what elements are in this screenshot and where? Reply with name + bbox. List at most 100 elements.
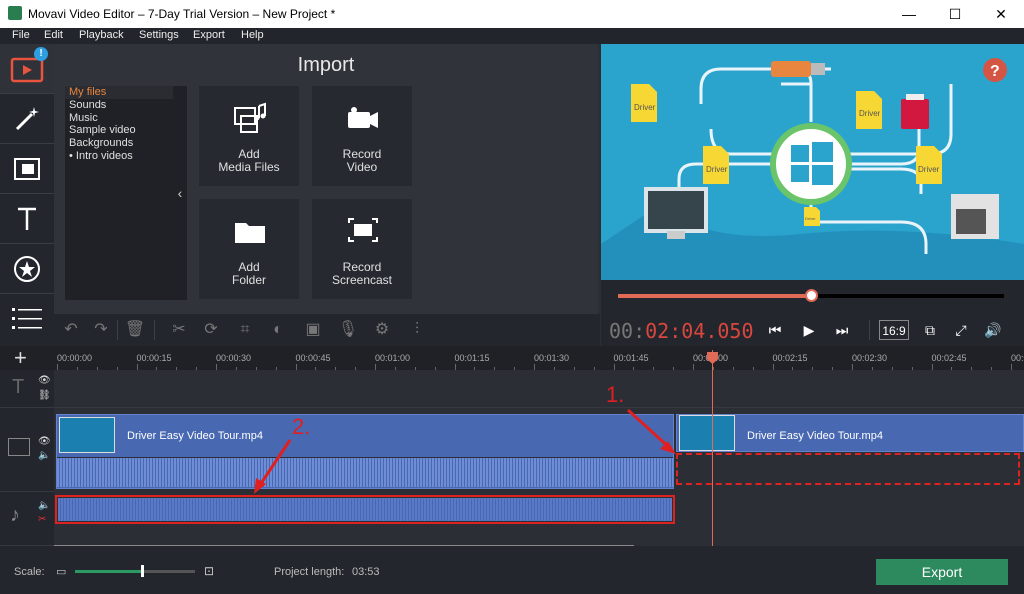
category-backgrounds[interactable]: Backgrounds [65, 137, 173, 150]
help-icon[interactable]: ? [990, 63, 1000, 80]
title-track[interactable] [54, 370, 1024, 408]
clip-thumbnail [59, 417, 115, 453]
rotate-icon[interactable]: ⟳ [200, 319, 222, 341]
playhead-line[interactable] [712, 350, 713, 546]
microphone-icon[interactable]: 🎙 [337, 319, 359, 341]
minimize-button[interactable]: — [886, 0, 932, 28]
titles-tool-button[interactable] [0, 194, 54, 244]
edit-toolbar: ↶ ↷ 🗑 ✂ ⟳ ⌗ ◐ ▣ 🎙 ⚙ ⫶ [54, 314, 600, 346]
category-sample-video[interactable]: Sample video [65, 124, 173, 137]
redo-icon[interactable]: ↷ [90, 319, 112, 341]
scale-slider-fill [75, 570, 141, 573]
volume-icon[interactable]: 🔊 [979, 318, 1007, 342]
settings-icon[interactable]: ⚙ [371, 319, 393, 341]
menu-playback[interactable]: Playback [79, 29, 124, 41]
record-video-button[interactable]: Record Video [312, 86, 412, 186]
stickers-tool-button[interactable] [0, 244, 54, 294]
category-sounds[interactable]: Sounds [65, 99, 173, 112]
usb-stick [901, 99, 929, 129]
audio-clip[interactable] [58, 498, 672, 521]
video-clip[interactable]: Driver Easy Video Tour.mp4 [56, 414, 674, 489]
link-icon[interactable]: ⛓ [38, 390, 51, 401]
screencast-icon [348, 218, 378, 242]
ruler-tick-label: 00:01:30 [534, 353, 570, 363]
ruler-tick-label: 00:00:45 [295, 353, 331, 363]
menu-edit[interactable]: Edit [44, 29, 63, 41]
seek-bar[interactable] [601, 280, 1024, 314]
delete-icon[interactable]: 🗑 [124, 319, 146, 341]
audio-clip-highlight [55, 495, 675, 524]
video-track-icon [8, 438, 30, 456]
add-media-icon [234, 102, 266, 133]
ruler-tick-label: 00:03:00 [1011, 353, 1024, 363]
clip-thumbnail [679, 415, 735, 451]
computer-monitor [644, 187, 708, 233]
maximize-button[interactable]: ☐ [932, 0, 978, 28]
import-panel: Import My files Sounds Music Sample vide… [54, 44, 598, 314]
color-adjust-icon[interactable]: ◐ [267, 319, 289, 341]
cut-icon[interactable]: ✂ [168, 319, 190, 341]
visibility-icon[interactable]: 👁 [38, 436, 51, 447]
add-media-line2: Media Files [218, 160, 280, 174]
title-bar: Movavi Video Editor – 7-Day Trial Versio… [0, 0, 1024, 28]
menu-settings[interactable]: Settings [139, 29, 179, 41]
timecode: 00:02:04.050 [609, 319, 754, 343]
play-icon[interactable]: ▶ [795, 318, 823, 342]
video-clip[interactable]: Driver Easy Video Tour.mp4 [676, 414, 1024, 452]
driver-label: Driver [805, 216, 816, 221]
toolbar-divider [869, 320, 870, 340]
menu-bar: File Edit Playback Settings Export Help [0, 28, 1024, 44]
aspect-ratio-button[interactable]: 16:9 [879, 320, 909, 340]
ruler-tick-label: 00:01:45 [613, 353, 649, 363]
video-preview[interactable]: Driver Driver Driver Driver Driver ? [601, 44, 1024, 280]
add-folder-button[interactable]: Add Folder [199, 199, 299, 299]
undo-icon[interactable]: ↶ [60, 319, 82, 341]
unlink-icon[interactable]: ✂ [38, 514, 46, 525]
ruler-tick-label: 00:00:15 [136, 353, 172, 363]
more-tools-button[interactable] [0, 294, 54, 344]
notification-badge: ! [34, 47, 48, 61]
mute-icon[interactable]: 🔈 [38, 450, 50, 461]
equalizer-icon[interactable]: ⫶ [406, 319, 428, 341]
zoom-in-icon[interactable]: ⊡ [204, 564, 214, 578]
audio-track-header: ♪ 🔈 ✂ [0, 492, 54, 546]
timeline-ruler[interactable]: 00:00:00 00:00:15 00:00:30 00:00:45 00:01:00… [54, 346, 1024, 370]
crop-icon[interactable]: ⌗ [234, 319, 256, 341]
import-tool-button[interactable]: ! [0, 44, 54, 94]
category-intro-videos[interactable]: • Intro videos [65, 150, 173, 163]
record-screencast-button[interactable]: Record Screencast [312, 199, 412, 299]
add-track-icon[interactable]: + [14, 346, 27, 370]
timecode-hours: 00: [609, 319, 646, 343]
next-frame-icon[interactable]: ⏭ [828, 318, 856, 342]
title-track-header: T 👁 ⛓ [0, 370, 54, 408]
stabilize-icon[interactable]: ▣ [302, 319, 324, 341]
add-folder-line1: Add [238, 260, 260, 274]
fullscreen-icon[interactable]: ⤢ [947, 318, 975, 342]
seek-handle[interactable] [805, 289, 818, 302]
menu-export[interactable]: Export [193, 29, 225, 41]
external-window-icon[interactable]: ⧉ [916, 318, 944, 342]
project-length-label: Project length: [274, 566, 345, 578]
add-media-files-button[interactable]: Add Media Files [199, 86, 299, 186]
visibility-icon[interactable]: 👁 [38, 375, 51, 386]
menu-help[interactable]: Help [241, 29, 264, 41]
collapse-panel-button[interactable]: ‹ [173, 86, 187, 300]
transitions-tool-button[interactable] [0, 144, 54, 194]
menu-file[interactable]: File [12, 29, 30, 41]
export-button[interactable]: Export [876, 559, 1008, 585]
record-screencast-label: Record Screencast [312, 261, 412, 287]
ruler-tick-label: 00:00:30 [216, 353, 252, 363]
detached-audio-gap-highlight [676, 453, 1020, 485]
record-video-label: Record Video [312, 148, 412, 174]
filters-tool-button[interactable] [0, 94, 54, 144]
close-button[interactable]: ✕ [978, 0, 1024, 28]
playback-controls: 00:02:04.050 ⏮ ▶ ⏭ 16:9 ⧉ ⤢ 🔊 [601, 314, 1024, 346]
previous-frame-icon[interactable]: ⏮ [761, 318, 789, 342]
mute-icon[interactable]: 🔈 [38, 500, 50, 511]
category-my-files[interactable]: My files [65, 86, 173, 99]
windows-hub [770, 123, 852, 205]
scale-slider-handle[interactable] [141, 565, 144, 577]
zoom-out-icon[interactable]: ▭ [56, 565, 66, 578]
driver-label: Driver [859, 109, 881, 118]
category-music[interactable]: Music [65, 112, 173, 125]
